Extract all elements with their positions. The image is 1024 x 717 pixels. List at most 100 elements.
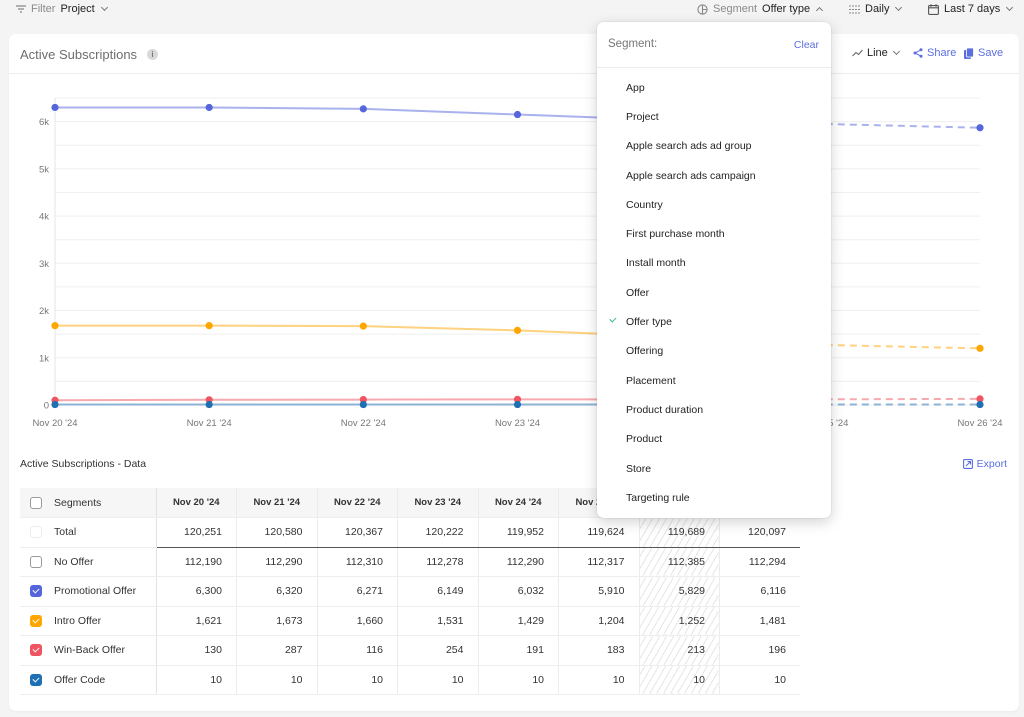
share-icon [913,48,923,58]
segment-option[interactable]: Product duration [597,395,831,424]
segment-option[interactable]: Country [597,190,831,219]
data-section-title: Active Subscriptions - Data [20,458,147,470]
segment-option-label: Product duration [626,403,704,416]
row-checkbox[interactable] [30,526,42,539]
value-cell: 5,829 [638,576,720,607]
value-cell: 10 [558,665,639,695]
segment-option[interactable]: Product [597,425,831,454]
segment-option[interactable]: Placement [597,366,831,395]
value-cell: 1,673 [236,606,317,636]
clear-button[interactable]: Clear [794,39,819,51]
chevron-down-icon [895,3,903,12]
data-point [513,326,522,334]
value-cell: 112,385 [638,547,720,577]
segment-cell: Win-Back Offer [20,635,157,666]
value-cell: 112,310 [316,547,398,577]
value-cell: 254 [397,635,478,666]
segment-label: Intro Offer [54,614,102,627]
segment-label: Total [54,526,77,539]
value-cell: 1,660 [316,606,398,636]
line-chart-icon [852,49,863,57]
x-tick-label: Nov 23 '24 [495,418,540,429]
value-cell: 1,252 [638,606,720,636]
save-button[interactable]: Save [964,47,1003,59]
select-all-checkbox[interactable] [30,496,42,509]
info-icon[interactable]: i [147,49,158,60]
row-checkbox[interactable] [30,555,42,568]
chart-type-selector[interactable]: Line [852,47,900,59]
segment-option-label: Install month [626,257,686,270]
date-range-control[interactable]: Last 7 days [928,3,1014,15]
export-button[interactable]: Export [962,458,1007,470]
export-label: Export [976,458,1007,470]
value-cell: 120,367 [316,517,398,548]
row-checkbox[interactable] [30,585,42,598]
row-checkbox[interactable] [30,673,42,686]
y-tick-label: 0 [44,401,49,412]
segment-cell: Intro Offer [20,606,157,636]
segment-option[interactable]: Apple search ads campaign [597,161,831,190]
data-point [976,344,984,352]
chevron-down-icon [1006,3,1014,12]
segment-option[interactable]: Install month [597,249,831,278]
dropdown-label: Segment: [608,38,658,50]
interval-control[interactable]: Daily [849,3,903,15]
row-checkbox[interactable] [30,614,42,627]
row-checkbox[interactable] [30,644,42,657]
calendar-icon [928,3,939,15]
value-cell: 6,271 [316,576,398,607]
date-column-header: Nov 24 '24 [477,488,559,518]
data-point [205,103,213,112]
value-cell: 183 [558,635,639,666]
value-cell: 120,097 [719,517,800,548]
date-column-header: Nov 23 '24 [397,488,478,518]
table-row: Offer Code 10 10 10 10 10 10 10 10 [20,665,800,695]
x-tick-label: Nov 20 '24 [32,418,77,429]
y-tick-label: 6k [39,117,49,128]
export-icon [962,459,973,469]
data-point [359,105,367,113]
segment-label: Segment [713,3,758,15]
filter-control[interactable]: Filter Project [16,3,108,15]
segment-cell: No Offer [20,547,157,577]
table-row: Intro Offer 1,621 1,673 1,660 1,531 1,429 1,20… [20,606,800,636]
value-cell: 6,032 [477,576,559,607]
segment-label: Win-Back Offer [54,644,125,657]
data-point [51,322,59,330]
chevron-down-icon [100,3,108,12]
segment-option[interactable]: App [597,73,831,102]
value-cell: 120,580 [236,517,317,548]
data-point [513,400,522,409]
segment-option[interactable]: Offering [597,337,831,366]
segment-option-label: Offer [626,286,650,299]
segment-option[interactable]: Offer type [597,307,831,336]
segment-dropdown: Segment: Clear App Project Apple search ad… [597,22,831,518]
share-button[interactable]: Share [913,47,956,59]
segments-header: Segments [20,488,157,518]
card-header: Active Subscriptions i Line Share Save [9,34,1019,74]
chart-card: Active Subscriptions i Line Share Save 0… [9,34,1019,711]
data-point [205,322,213,330]
card-title: Active Subscriptions [20,47,138,62]
data-table: Segments Nov 20 '24 Nov 21 '24 Nov 22 '24 No… [20,488,800,695]
series-line-projected-1 [825,344,981,350]
line-chart: 0 1k 2k 3k 4k 5k 6k Nov 20 '24 Nov 21 '24 Nov 22 … [9,74,1019,434]
table-row: Win-Back Offer 130 287 116 254 191 183 213 196 [20,635,800,666]
value-cell: 10 [719,665,800,695]
segment-option[interactable]: Apple search ads ad group [597,132,831,161]
segment-option[interactable]: Store [597,454,831,483]
value-cell: 112,290 [236,547,317,577]
chevron-down-icon [892,47,900,56]
segment-icon [697,3,708,15]
segment-control[interactable]: Segment Offer type [697,3,824,15]
segment-option[interactable]: Targeting rule [597,483,831,512]
segment-option[interactable]: Project [597,102,831,131]
value-cell: 6,149 [397,576,478,607]
segment-option[interactable]: First purchase month [597,219,831,248]
segment-option-label: Product [626,433,663,446]
value-cell: 1,481 [719,606,800,636]
segment-option-label: First purchase month [626,228,725,241]
y-tick-label: 1k [39,353,49,364]
segment-option-label: Store [626,462,652,475]
segment-option[interactable]: Offer [597,278,831,307]
